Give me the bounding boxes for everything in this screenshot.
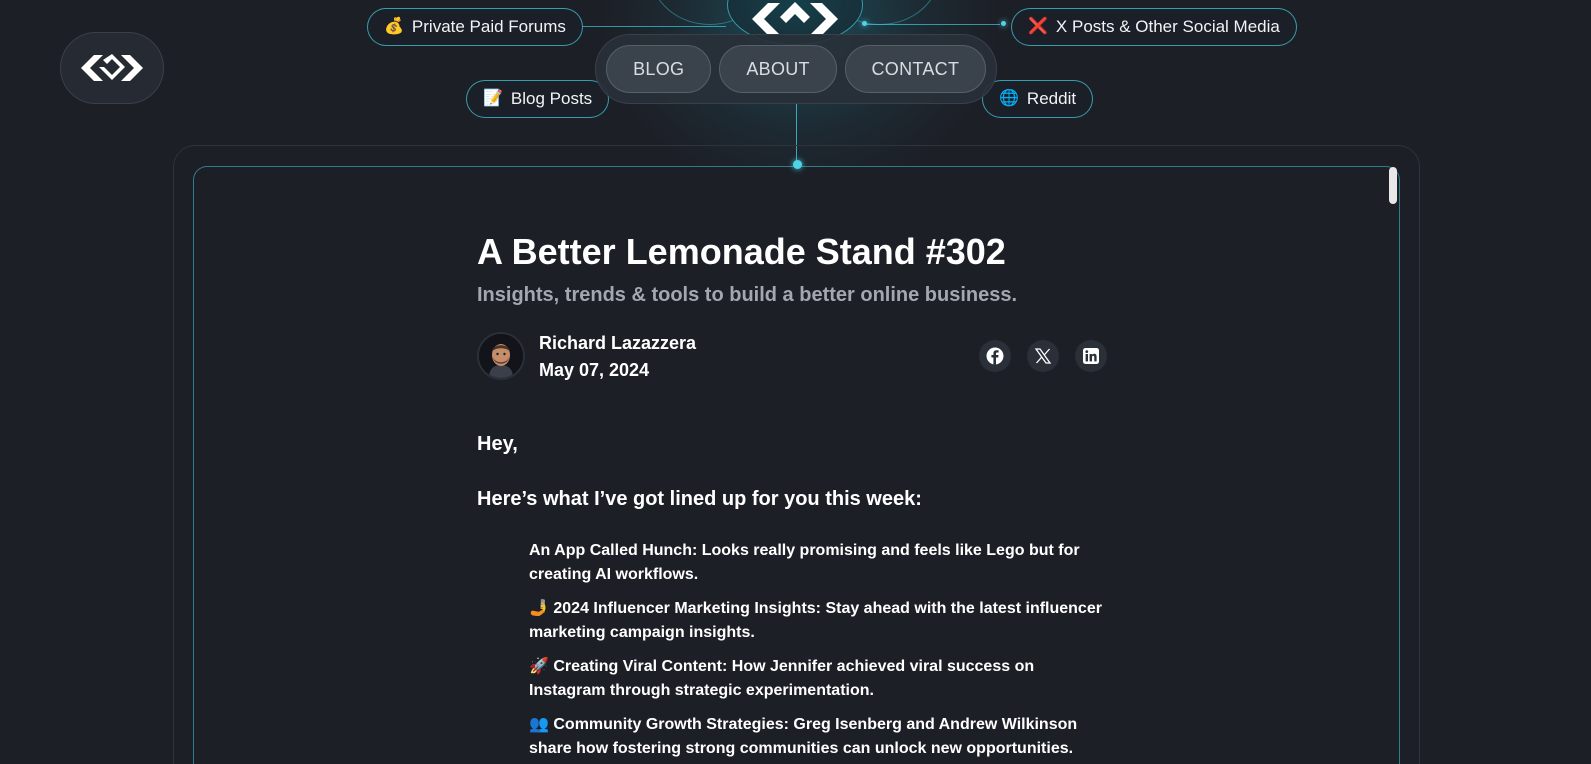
nav-contact-link[interactable]: CONTACT xyxy=(844,45,986,93)
cross-mark-icon: ❌ xyxy=(1028,18,1048,35)
tag-blog-posts: 📝 Blog Posts xyxy=(466,80,610,118)
money-bag-icon: 💰 xyxy=(384,18,404,35)
tag-label: Reddit xyxy=(1026,89,1077,108)
share-facebook-button[interactable] xyxy=(979,340,1011,372)
tag-reddit: 🌐 Reddit xyxy=(982,80,1094,118)
facebook-icon xyxy=(986,347,1004,365)
avatar xyxy=(477,332,525,380)
nav-about-link[interactable]: ABOUT xyxy=(719,45,837,93)
author-row: Richard Lazazzera May 07, 2024 xyxy=(477,332,1107,382)
tag-social-media: ❌ X Posts & Other Social Media xyxy=(1011,8,1297,46)
tag-label: Blog Posts xyxy=(510,89,593,108)
article-subtitle: Insights, trends & tools to build a bett… xyxy=(477,284,1018,306)
list-item: An App Called Hunch: Looks really promis… xyxy=(529,542,1080,583)
connector-line-forums xyxy=(578,26,726,27)
tag-label: Private Paid Forums xyxy=(411,17,566,36)
scrollbar-thumb[interactable] xyxy=(1389,167,1397,204)
nav-blog-link[interactable]: BLOG xyxy=(606,45,712,93)
highlights-list: An App Called Hunch: Looks really promis… xyxy=(529,539,1109,764)
brand-logo-icon xyxy=(752,2,838,35)
globe-icon: 🌐 xyxy=(999,90,1019,107)
linkedin-icon xyxy=(1083,348,1099,364)
connector-dot-content xyxy=(793,160,802,169)
share-linkedin-button[interactable] xyxy=(1075,340,1107,372)
list-item: 🚀 Creating Viral Content: How Jennifer a… xyxy=(529,658,1035,699)
article-title: A Better Lemonade Stand #302 xyxy=(477,231,1006,272)
x-icon xyxy=(1034,348,1052,364)
home-logo-button[interactable] xyxy=(60,32,164,104)
list-item: 👥 Community Growth Strategies: Greg Isen… xyxy=(529,716,1078,757)
publish-date: May 07, 2024 xyxy=(539,360,650,380)
connector-dot-left xyxy=(862,21,867,26)
author-name: Richard Lazazzera xyxy=(539,333,697,353)
list-item: 🤳 2024 Influencer Marketing Insights: St… xyxy=(529,600,1102,641)
connector-dot-right xyxy=(1001,21,1006,26)
author-avatar-icon xyxy=(479,334,523,378)
greeting-text: Hey, xyxy=(477,433,518,455)
intro-text: Here’s what I’ve got lined up for you th… xyxy=(477,488,922,510)
brand-logo-icon xyxy=(81,54,143,81)
tag-private-paid-forums: 💰 Private Paid Forums xyxy=(367,8,583,46)
main-nav: BLOG ABOUT CONTACT xyxy=(595,34,997,104)
article-header: A Better Lemonade Stand #302 Insights, t… xyxy=(477,230,1107,307)
share-x-button[interactable] xyxy=(1027,340,1059,372)
share-buttons xyxy=(979,340,1107,372)
page: 💰 Private Paid Forums 📝 Blog Posts ❌ X P… xyxy=(0,0,1591,764)
tag-label: X Posts & Other Social Media xyxy=(1055,17,1280,36)
connector-line-social xyxy=(866,24,1000,25)
memo-icon: 📝 xyxy=(483,90,503,107)
